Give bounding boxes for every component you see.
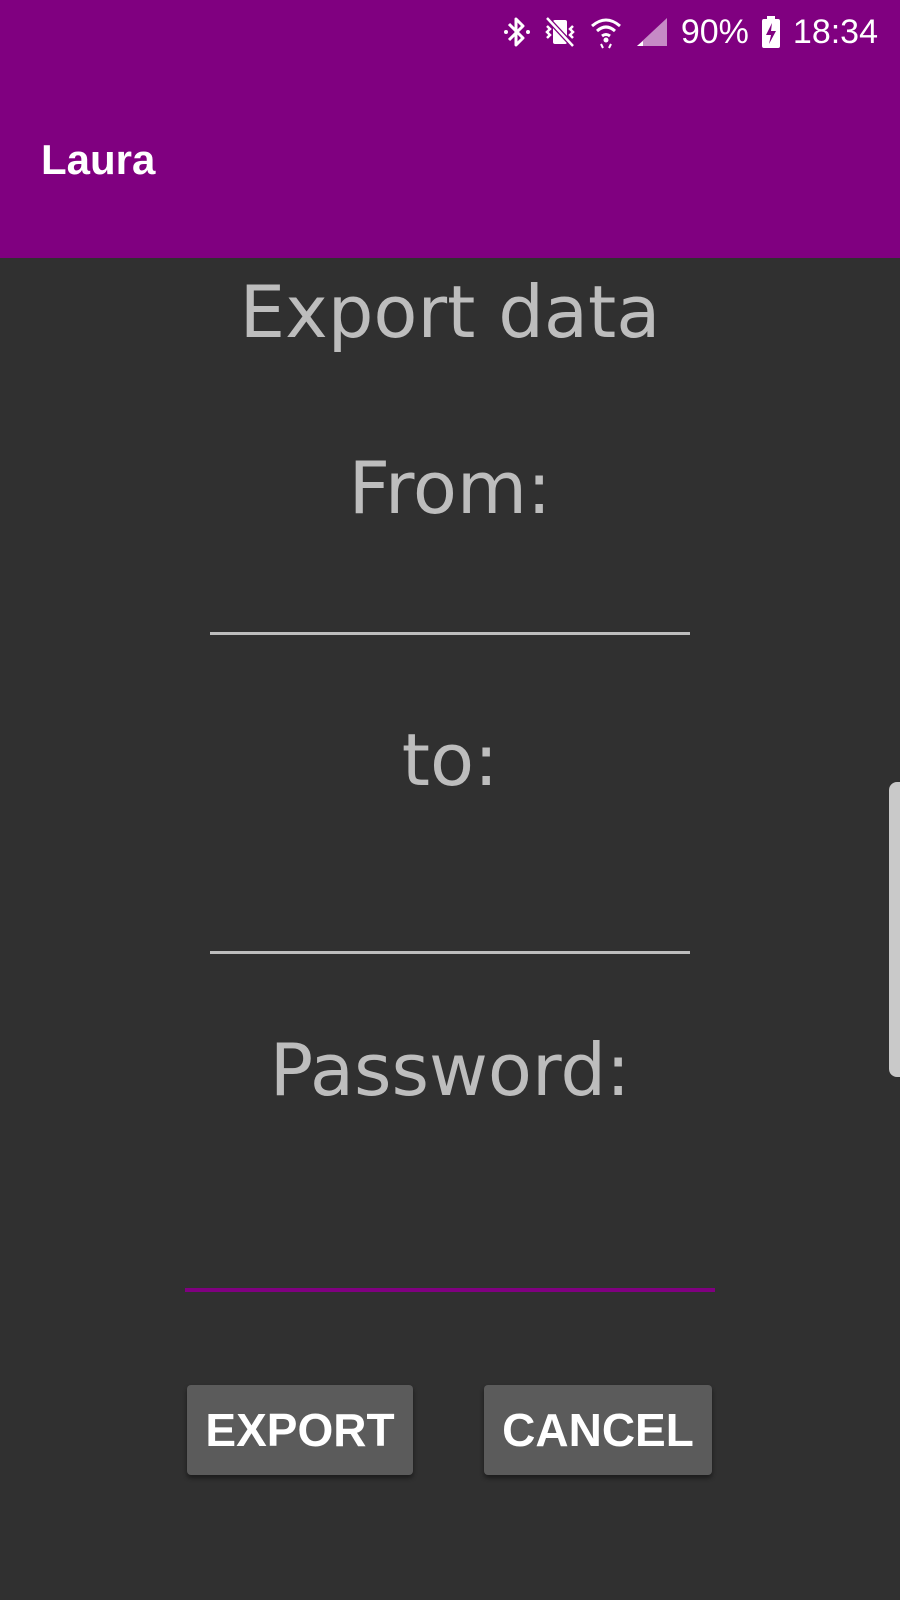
status-bar: 90% 18:34 [503, 12, 878, 52]
to-field-underline [210, 951, 690, 954]
clock: 18:34 [792, 12, 878, 51]
cell-signal-icon [635, 14, 669, 50]
wifi-icon [589, 14, 623, 50]
from-field-underline [210, 632, 690, 635]
from-label: From: [348, 446, 552, 530]
app-title: Laura [41, 136, 156, 183]
page-heading: Export data [239, 270, 661, 354]
cancel-button[interactable]: CANCEL [484, 1385, 712, 1475]
to-date-field[interactable] [210, 876, 694, 938]
app-bar: 90% 18:34 Laura [0, 0, 900, 258]
edge-panel-handle[interactable] [889, 782, 900, 1077]
export-button[interactable]: EXPORT [187, 1385, 413, 1475]
to-label: to: [401, 718, 499, 802]
battery-percent: 90% [680, 12, 749, 51]
export-form: Export data From: to: Password: [0, 258, 900, 1600]
password-field[interactable] [185, 1218, 719, 1280]
from-date-field[interactable] [210, 558, 694, 620]
password-field-underline-focused [185, 1288, 715, 1292]
battery-charging-icon [761, 14, 781, 50]
vibrate-mute-icon [543, 14, 577, 50]
bluetooth-icon [503, 14, 531, 50]
password-label: Password: [269, 1028, 631, 1112]
